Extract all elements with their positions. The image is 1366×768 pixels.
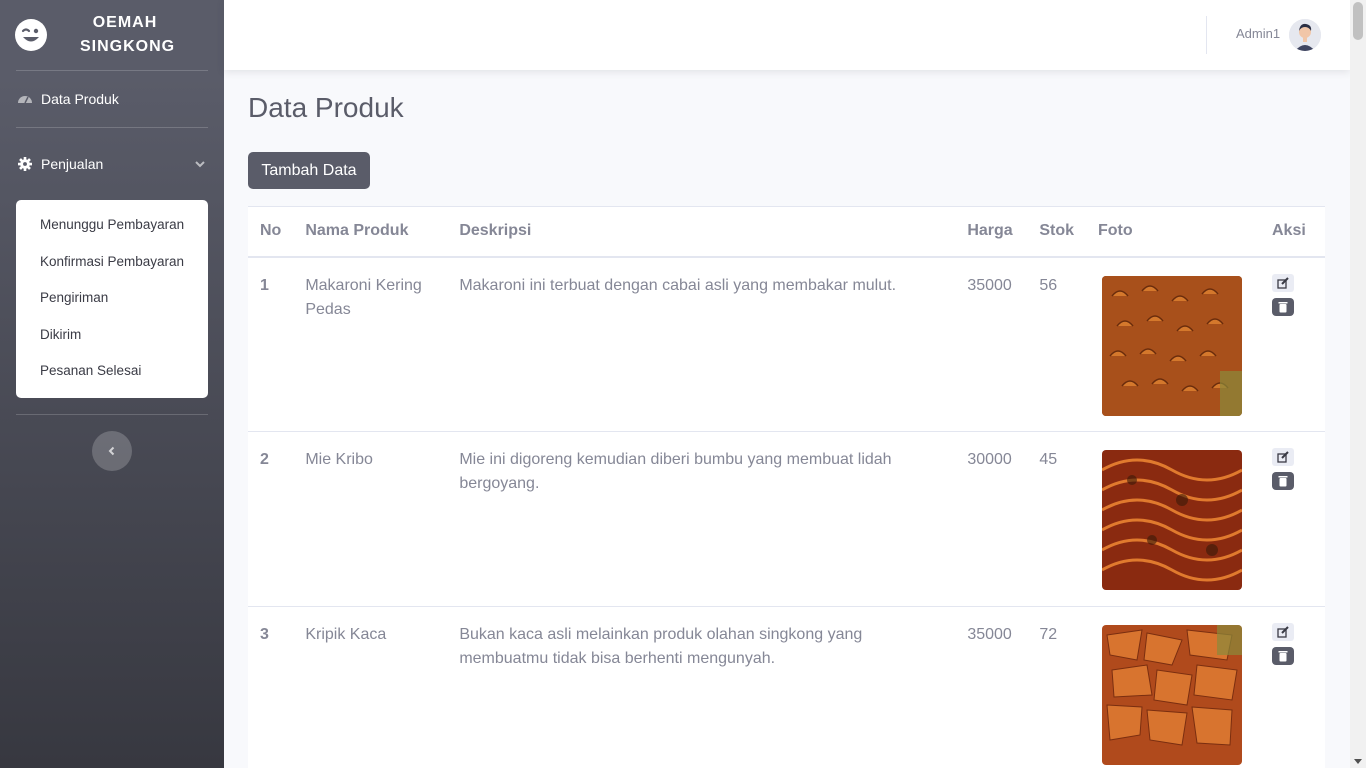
trash-icon (1278, 476, 1288, 487)
cell-deskripsi: Makaroni ini terbuat dengan cabai asli y… (447, 256, 956, 432)
col-header-foto: Foto (1086, 206, 1260, 258)
brand-name: OEMAH SINGKONG (80, 11, 176, 59)
cell-no: 1 (248, 256, 294, 432)
cell-nama: Mie Kribo (293, 431, 448, 607)
sidebar-brand[interactable]: OEMAH SINGKONG (0, 0, 224, 70)
chevron-down-icon (195, 161, 205, 168)
cell-no: 2 (248, 431, 294, 607)
cell-deskripsi: Bukan kaca asli melainkan produk olahan … (447, 606, 956, 768)
scroll-down-arrow-icon[interactable] (1354, 759, 1362, 764)
product-table: No Nama Produk Deskripsi Harga Stok Foto… (248, 206, 1325, 768)
edit-button[interactable] (1272, 273, 1294, 292)
submenu-pesanan-selesai[interactable]: Pesanan Selesai (16, 353, 208, 390)
cell-stok: 56 (1027, 256, 1086, 432)
brand-line-2: SINGKONG (80, 38, 176, 55)
submenu-menunggu-pembayaran[interactable]: Menunggu Pembayaran (16, 207, 208, 244)
edit-button[interactable] (1272, 448, 1294, 466)
kripik-photo-icon (1102, 625, 1242, 765)
page-title: Data Produk (248, 92, 404, 123)
sidebar-toggle-button[interactable] (92, 431, 132, 471)
delete-button[interactable] (1272, 297, 1294, 316)
cell-stok: 45 (1027, 431, 1086, 607)
tachometer-icon (17, 91, 33, 107)
sidebar-item-label: Penjualan (41, 156, 104, 172)
cell-nama: Kripik Kaca (293, 606, 448, 768)
user-avatar-icon (1289, 19, 1321, 51)
cell-harga: 35000 (955, 606, 1028, 768)
user-name[interactable]: Admin1 (1236, 26, 1280, 41)
cell-aksi (1260, 431, 1325, 607)
makaroni-photo-icon (1102, 275, 1242, 416)
cell-foto (1086, 256, 1260, 432)
penjualan-submenu: Menunggu Pembayaran Konfirmasi Pembayara… (16, 200, 208, 398)
topbar: Admin1 (224, 0, 1350, 70)
mie-photo-icon (1102, 450, 1242, 590)
table-row: 1 Makaroni Kering Pedas Makaroni ini ter… (248, 256, 1325, 432)
add-data-button[interactable]: Tambah Data (248, 152, 370, 189)
submenu-pengiriman[interactable]: Pengiriman (16, 280, 208, 317)
edit-button[interactable] (1272, 623, 1294, 641)
sidebar-divider (16, 414, 208, 415)
cell-harga: 30000 (955, 431, 1028, 607)
col-header-aksi: Aksi (1260, 206, 1325, 258)
sidebar: OEMAH SINGKONG Data Produk Penjualan Men… (0, 0, 224, 768)
col-header-nama: Nama Produk (293, 206, 448, 258)
avatar[interactable] (1289, 19, 1321, 51)
submenu-konfirmasi-pembayaran[interactable]: Konfirmasi Pembayaran (16, 244, 208, 281)
cell-foto (1086, 606, 1260, 768)
delete-button[interactable] (1272, 472, 1294, 490)
cell-deskripsi: Mie ini digoreng kemudian diberi bumbu y… (447, 431, 956, 607)
delete-button[interactable] (1272, 647, 1294, 665)
sidebar-item-label: Data Produk (41, 91, 119, 107)
trash-icon (1278, 651, 1288, 662)
edit-icon (1277, 276, 1289, 289)
chevron-left-icon (108, 446, 115, 456)
scrollbar[interactable] (1350, 0, 1366, 768)
col-header-harga: Harga (955, 206, 1028, 258)
brand-line-1: OEMAH (92, 14, 158, 31)
cell-aksi (1260, 606, 1325, 768)
cell-foto (1086, 431, 1260, 607)
edit-icon (1277, 626, 1289, 638)
sidebar-item-data-produk[interactable]: Data Produk (0, 71, 224, 127)
col-header-no: No (248, 206, 294, 258)
sidebar-item-penjualan[interactable]: Penjualan (0, 136, 224, 192)
cell-stok: 72 (1027, 606, 1086, 768)
cell-nama: Makaroni Kering Pedas (293, 256, 448, 432)
wink-face-icon (15, 19, 47, 51)
cell-aksi (1260, 256, 1325, 432)
scrollbar-thumb[interactable] (1353, 2, 1363, 40)
cell-no: 3 (248, 606, 294, 768)
submenu-dikirim[interactable]: Dikirim (16, 317, 208, 354)
col-header-stok: Stok (1027, 206, 1086, 258)
table-header-row: No Nama Produk Deskripsi Harga Stok Foto… (248, 206, 1325, 258)
cog-icon (17, 156, 33, 172)
topbar-divider (1206, 16, 1207, 54)
table-row: 3 Kripik Kaca Bukan kaca asli melainkan … (248, 606, 1325, 768)
edit-icon (1277, 451, 1289, 463)
table-row: 2 Mie Kribo Mie ini digoreng kemudian di… (248, 431, 1325, 607)
cell-harga: 35000 (955, 256, 1028, 432)
sidebar-divider (16, 127, 208, 128)
trash-icon (1278, 301, 1288, 312)
col-header-deskripsi: Deskripsi (447, 206, 956, 258)
